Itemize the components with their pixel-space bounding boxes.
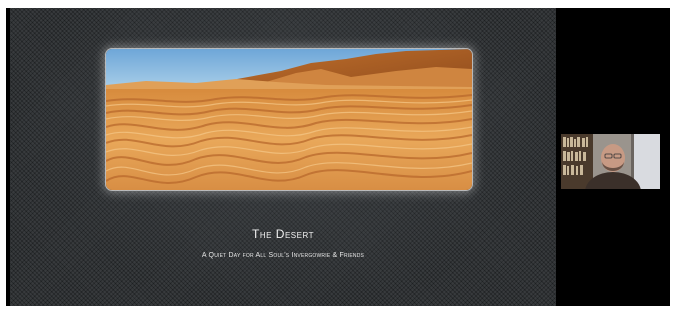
slide-title: The Desert bbox=[252, 227, 314, 241]
meeting-window: The Desert A Quiet Day for All Soul's In… bbox=[6, 8, 670, 306]
desert-photo bbox=[106, 49, 472, 190]
participant-video[interactable] bbox=[561, 134, 660, 189]
shared-slide: The Desert A Quiet Day for All Soul's In… bbox=[10, 8, 556, 306]
slide-subtitle: A Quiet Day for All Soul's Invergowrie &… bbox=[201, 252, 365, 259]
